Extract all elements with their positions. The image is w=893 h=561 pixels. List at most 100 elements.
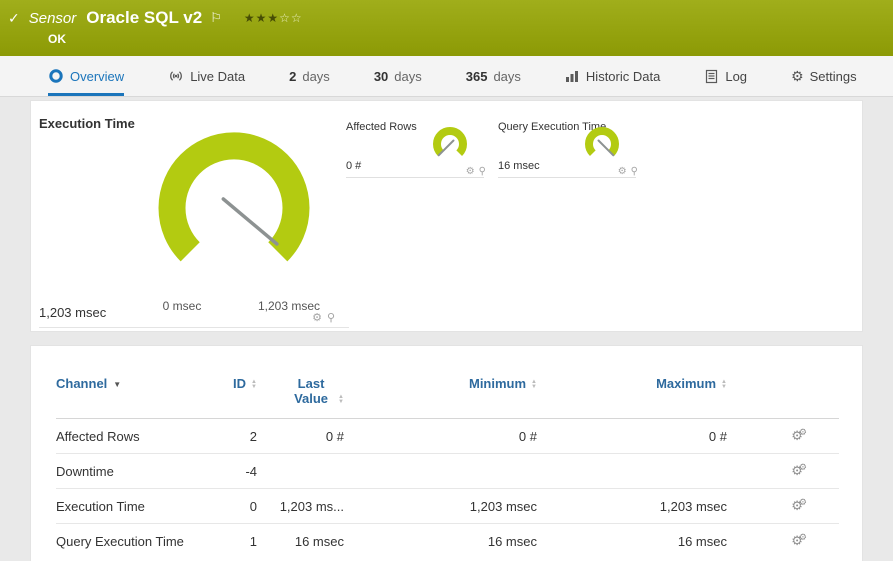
- tab-overview[interactable]: Overview: [48, 56, 125, 96]
- channel-name: Query Execution Time: [56, 523, 201, 558]
- channels-table-panel: Channel ▼ ID ▲ ▼ Last Value ▲ ▼ Minimum ▲ ▼ Max…: [30, 345, 863, 561]
- channel-minimum: [346, 453, 539, 489]
- stars-filled[interactable]: ★★★: [244, 11, 279, 25]
- header-label: Last Value: [294, 376, 329, 406]
- gauge-min-label: 0 msec: [162, 299, 202, 313]
- small-gauge-toolbar: ⚙ ⚲: [462, 166, 486, 177]
- table-row: Downtime -4 ⚙⚙: [56, 453, 839, 489]
- table-row: Execution Time 0 1,203 ms... 1,203 msec …: [56, 488, 839, 524]
- column-header-settings: [729, 368, 839, 419]
- tab-live-data[interactable]: Live Data: [168, 56, 245, 96]
- column-header-minimum[interactable]: Minimum ▲ ▼: [346, 368, 539, 419]
- query-execution-time-gauge-block: Query Execution Time 16 msec ⚙ ⚲: [498, 121, 638, 178]
- column-header-maximum[interactable]: Maximum ▲ ▼: [539, 368, 729, 419]
- table-row: Affected Rows 2 0 # 0 # 0 # ⚙⚙: [56, 419, 839, 454]
- object-kind-label: Sensor: [28, 9, 77, 27]
- gauge-gear-icon[interactable]: ⚙: [312, 312, 322, 324]
- sort-icon: ▲ ▼: [531, 378, 537, 390]
- channel-minimum: 16 msec: [346, 523, 539, 558]
- channel-minimum: 0 #: [518, 428, 537, 444]
- tab-log[interactable]: Log: [704, 56, 747, 96]
- channel-settings-gear-icon[interactable]: ⚙⚙: [791, 427, 811, 443]
- historic-data-chart-icon: [565, 69, 580, 83]
- channel-id: -4: [201, 453, 259, 489]
- main-gauge-toolbar: ⚙ ⚲: [307, 311, 335, 324]
- channels-table: Channel ▼ ID ▲ ▼ Last Value ▲ ▼ Minimum ▲ ▼ Max…: [56, 368, 839, 558]
- tab-settings[interactable]: ⚙ Settings: [791, 56, 857, 96]
- settings-gear-icon: ⚙: [791, 68, 804, 84]
- sensor-header-row: ✓ Sensor Oracle SQL v2 ⚐ ★★★☆☆: [0, 0, 893, 28]
- gauge-gear-icon[interactable]: ⚙: [618, 166, 627, 177]
- column-header-id[interactable]: ID ▲ ▼: [201, 368, 259, 419]
- table-row: Query Execution Time 1 16 msec 16 msec 1…: [56, 523, 839, 558]
- channel-minimum: 1,203 msec: [346, 488, 539, 524]
- small-gauge-value: 0 #: [346, 160, 362, 172]
- channel-name: Execution Time: [56, 488, 201, 524]
- tab-label: days: [394, 68, 422, 84]
- channel-maximum: 16 msec: [539, 523, 729, 558]
- tab-2-days[interactable]: 2 days: [289, 56, 330, 96]
- column-header-channel[interactable]: Channel ▼: [56, 368, 201, 419]
- overview-donut-icon: [48, 68, 64, 84]
- tab-label: Overview: [70, 68, 125, 84]
- header-label: Minimum: [468, 376, 527, 391]
- small-gauge-value: 16 msec: [498, 160, 540, 172]
- tab-number: 365: [465, 68, 488, 84]
- priority-stars[interactable]: ★★★☆☆: [244, 11, 303, 25]
- stars-empty[interactable]: ☆☆: [279, 11, 303, 25]
- tab-label: days: [493, 68, 521, 84]
- execution-time-gauge-block: Execution Time 0 msec 1,203 msec 1,203 m…: [39, 116, 349, 328]
- channel-last-value: [259, 453, 346, 489]
- gauges-panel: Execution Time 0 msec 1,203 msec 1,203 m…: [30, 100, 863, 332]
- channel-maximum: 0 #: [708, 428, 727, 444]
- channel-name: Affected Rows: [56, 428, 140, 444]
- channel-settings-gear-icon[interactable]: ⚙⚙: [791, 497, 811, 513]
- channel-last-value: 1,203 ms...: [259, 488, 346, 524]
- affected-rows-gauge: [433, 127, 467, 157]
- tab-historic-data[interactable]: Historic Data: [565, 56, 660, 96]
- tab-label: days: [302, 68, 330, 84]
- execution-time-gauge: [158, 132, 310, 262]
- header-label: ID: [233, 376, 247, 391]
- column-header-last-value[interactable]: Last Value ▲ ▼: [259, 368, 346, 419]
- channel-name: Downtime: [56, 453, 201, 489]
- channel-maximum: [539, 453, 729, 489]
- channel-id: 2: [249, 428, 257, 444]
- sensor-header-bar: ✓ Sensor Oracle SQL v2 ⚐ ★★★☆☆ OK: [0, 0, 893, 56]
- small-gauge-toolbar: ⚙ ⚲: [614, 166, 638, 177]
- channel-settings-gear-icon[interactable]: ⚙⚙: [791, 532, 811, 548]
- log-list-icon: [704, 69, 719, 84]
- live-data-broadcast-icon: [168, 69, 184, 83]
- tab-number: 2: [289, 68, 297, 84]
- channel-sort-caret-icon: ▼: [113, 380, 122, 390]
- gauge-pin-icon[interactable]: ⚲: [631, 166, 638, 177]
- tab-bar: Overview Live Data 2 days 30 days 365 da…: [0, 56, 893, 97]
- gauge-gear-icon[interactable]: ⚙: [466, 166, 475, 177]
- header-label: Maximum: [656, 376, 717, 391]
- tab-label: Log: [725, 68, 748, 84]
- tab-label: Live Data: [190, 68, 246, 84]
- gauge-pin-icon[interactable]: ⚲: [479, 166, 486, 177]
- tab-365-days[interactable]: 365 days: [466, 56, 521, 96]
- sensor-title: Oracle SQL v2: [86, 8, 203, 27]
- channel-id: 0: [201, 488, 259, 524]
- status-ok-check-icon: ✓: [8, 9, 20, 26]
- tab-label: Settings: [809, 68, 857, 84]
- priority-flag-icon[interactable]: ⚐: [210, 10, 222, 26]
- affected-rows-gauge-block: Affected Rows 0 # ⚙ ⚲: [346, 121, 486, 178]
- tab-label: Historic Data: [585, 68, 661, 84]
- channel-settings-gear-icon[interactable]: ⚙⚙: [791, 462, 811, 478]
- prtg-sensor-page: { "header": { "kind": "Sensor", "title":…: [0, 0, 893, 561]
- sort-icon: ▲ ▼: [251, 378, 257, 390]
- main-gauge-value: 1,203 msec: [39, 305, 107, 320]
- header-label: Channel: [56, 376, 108, 391]
- tab-number: 30: [373, 68, 389, 84]
- channel-last-value: 0 #: [325, 428, 344, 444]
- tab-30-days[interactable]: 30 days: [374, 56, 422, 96]
- sensor-status-badge: OK: [48, 32, 66, 46]
- channel-id: 1: [201, 523, 259, 558]
- gauge-pin-icon[interactable]: ⚲: [327, 312, 335, 324]
- table-header-row: Channel ▼ ID ▲ ▼ Last Value ▲ ▼ Minimum ▲ ▼ Max…: [56, 368, 839, 419]
- query-execution-time-gauge: [585, 127, 619, 157]
- channel-maximum: 1,203 msec: [539, 488, 729, 524]
